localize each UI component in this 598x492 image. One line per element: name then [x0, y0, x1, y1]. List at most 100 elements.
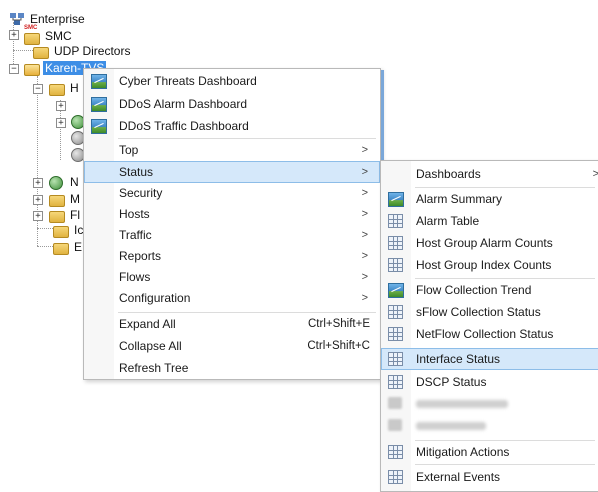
menu-item-top[interactable]: Top >: [84, 139, 380, 161]
submenu-arrow-icon: >: [361, 187, 368, 199]
submenu-item-flow-collection-trend[interactable]: Flow Collection Trend: [381, 279, 598, 301]
submenu-item-external-events[interactable]: External Events: [381, 466, 598, 488]
menu-item-status[interactable]: Status >: [84, 161, 380, 183]
table-icon: [388, 305, 403, 319]
submenu-arrow-icon: >: [361, 292, 368, 304]
tree-item-label: N: [70, 175, 79, 189]
menu-item-label: Collapse All: [119, 339, 182, 353]
menu-item-label: sFlow Collection Status: [416, 305, 541, 319]
tree-item-label: Enterprise: [30, 12, 85, 26]
host-icon: [24, 61, 40, 76]
submenu-item-dscp-status[interactable]: DSCP Status: [381, 371, 598, 393]
table-icon: [388, 236, 403, 250]
menu-item-refresh-tree[interactable]: Refresh Tree: [84, 357, 380, 379]
chart-icon: [91, 74, 107, 89]
expand-toggle-icon[interactable]: +: [33, 178, 43, 188]
menu-item-ddos-traffic-dashboard[interactable]: DDoS Traffic Dashboard: [84, 115, 380, 137]
enterprise-icon: [9, 12, 25, 26]
submenu-item-redacted[interactable]: [381, 415, 598, 437]
submenu-item-redacted[interactable]: [381, 393, 598, 415]
menu-item-label: Host Group Alarm Counts: [416, 236, 553, 250]
context-menu: Cyber Threats Dashboard DDoS Alarm Dashb…: [83, 68, 381, 380]
tree-item-child[interactable]: E: [53, 239, 84, 255]
tree-item-enterprise[interactable]: Enterprise: [9, 11, 87, 27]
blurred-icon: [388, 419, 402, 431]
submenu-arrow-icon: >: [361, 144, 368, 156]
shortcut-label: Ctrl+Shift+E: [308, 318, 370, 330]
tree-connector: [37, 246, 53, 247]
blurred-icon: [388, 397, 402, 409]
menu-separator: [415, 464, 595, 465]
tree-item-child[interactable]: Fl: [49, 207, 82, 223]
shortcut-label: Ctrl+Shift+C: [307, 340, 370, 352]
submenu-item-dashboards[interactable]: Dashboards >: [381, 163, 598, 185]
tree-item-label: M: [70, 192, 80, 206]
table-icon: [388, 327, 403, 341]
expand-toggle-icon[interactable]: +: [33, 195, 43, 205]
menu-item-label: Interface Status: [416, 352, 501, 366]
tree-item-label: Fl: [70, 208, 80, 222]
folder-icon: [53, 240, 69, 255]
menu-item-label: DDoS Traffic Dashboard: [119, 119, 249, 133]
submenu-item-sflow-collection-status[interactable]: sFlow Collection Status: [381, 301, 598, 323]
folder-icon: [53, 223, 69, 238]
expand-toggle-icon[interactable]: +: [56, 101, 66, 111]
tree-item-udp-directors[interactable]: UDP Directors: [33, 43, 132, 59]
menu-item-expand-all[interactable]: Expand All Ctrl+Shift+E: [84, 313, 380, 335]
submenu-arrow-icon: >: [592, 168, 598, 180]
table-icon: [388, 258, 403, 272]
submenu-item-alarm-table[interactable]: Alarm Table: [381, 210, 598, 232]
tree-item-child[interactable]: H: [49, 80, 81, 96]
tree-item-child[interactable]: M: [49, 191, 82, 207]
menu-item-label: NetFlow Collection Status: [416, 327, 554, 341]
tree-item-child[interactable]: Ic: [53, 222, 85, 238]
menu-item-security[interactable]: Security >: [84, 182, 380, 204]
menu-item-label: Mitigation Actions: [416, 445, 510, 459]
menu-item-configuration[interactable]: Configuration >: [84, 287, 380, 309]
menu-item-label: Expand All: [119, 317, 176, 331]
menu-item-ddos-alarm-dashboard[interactable]: DDoS Alarm Dashboard: [84, 93, 380, 115]
expand-toggle-icon[interactable]: +: [9, 30, 19, 40]
expand-toggle-icon[interactable]: +: [33, 211, 43, 221]
collapse-toggle-icon[interactable]: −: [9, 64, 19, 74]
submenu-item-alarm-summary[interactable]: Alarm Summary: [381, 188, 598, 210]
menu-item-reports[interactable]: Reports >: [84, 245, 380, 267]
folder-icon: [49, 81, 65, 96]
submenu-arrow-icon: >: [361, 208, 368, 220]
submenu-item-interface-status[interactable]: Interface Status: [381, 348, 598, 370]
tree-item-child[interactable]: N: [49, 174, 81, 190]
menu-item-cyber-threats-dashboard[interactable]: Cyber Threats Dashboard: [84, 70, 380, 92]
menu-item-label: Flow Collection Trend: [416, 283, 532, 297]
submenu-item-host-group-index-counts[interactable]: Host Group Index Counts: [381, 254, 598, 276]
menu-item-label: Hosts: [119, 207, 150, 221]
tree-item-label: H: [70, 81, 79, 95]
menu-item-label: External Events: [416, 470, 501, 484]
menu-item-hosts[interactable]: Hosts >: [84, 203, 380, 225]
menu-item-label: Configuration: [119, 291, 191, 305]
submenu-arrow-icon: >: [361, 250, 368, 262]
menu-item-label: DDoS Alarm Dashboard: [119, 97, 248, 111]
chart-icon: [91, 97, 107, 112]
collapse-toggle-icon[interactable]: −: [33, 84, 43, 94]
submenu-item-host-group-alarm-counts[interactable]: Host Group Alarm Counts: [381, 232, 598, 254]
menu-item-label: Cyber Threats Dashboard: [119, 74, 257, 88]
menu-item-label: Alarm Summary: [416, 192, 503, 206]
menu-item-label: Refresh Tree: [119, 361, 189, 375]
menu-item-flows[interactable]: Flows >: [84, 266, 380, 288]
tree-item-smc[interactable]: SMC SMC: [24, 25, 74, 45]
menu-item-traffic[interactable]: Traffic >: [84, 224, 380, 246]
submenu-arrow-icon: >: [361, 229, 368, 241]
tree-connector: [37, 228, 53, 229]
submenu-item-mitigation-actions[interactable]: Mitigation Actions: [381, 441, 598, 463]
chart-icon: [388, 192, 404, 207]
submenu-item-netflow-collection-status[interactable]: NetFlow Collection Status: [381, 323, 598, 345]
table-icon: [388, 352, 403, 366]
menu-item-collapse-all[interactable]: Collapse All Ctrl+Shift+C: [84, 335, 380, 357]
expand-toggle-icon[interactable]: +: [56, 118, 66, 128]
status-submenu: Dashboards > Alarm Summary Alarm Table H…: [380, 160, 598, 492]
tree-item-label: UDP Directors: [54, 44, 131, 58]
menu-item-label: DSCP Status: [416, 375, 487, 389]
folder-icon: [49, 208, 65, 223]
menu-scroll-indicator: [381, 70, 384, 160]
folder-icon: [33, 44, 49, 59]
